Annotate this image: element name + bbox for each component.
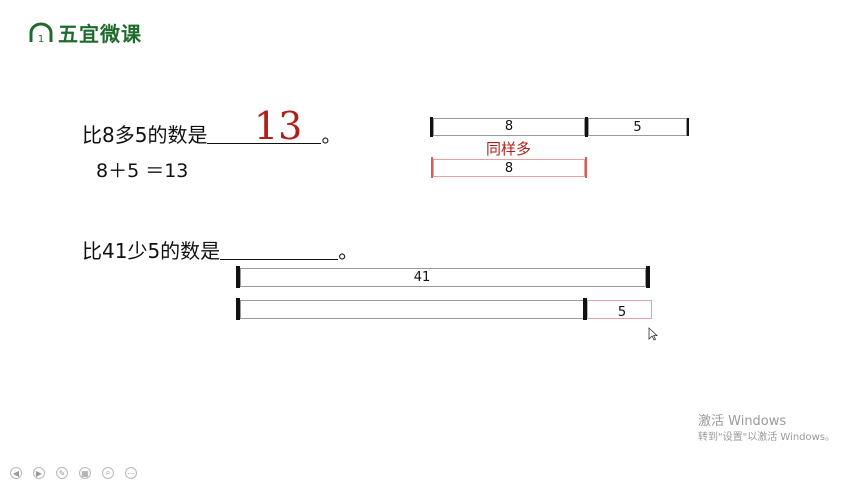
- problem2-question-line: 比41少5的数是 。: [82, 235, 358, 264]
- svg-text:1: 1: [38, 34, 44, 44]
- problem1-equation: 8＋5 ＝13: [96, 160, 189, 182]
- brand-name: 五宜微课: [58, 22, 142, 46]
- slideshow-controls: ◀ ▶ ✎ ▦ ⌕ ⋯: [10, 467, 137, 479]
- problem1-end-mark: 。: [321, 123, 342, 147]
- problem1-question-line: 比8多5的数是 。: [82, 119, 341, 148]
- bar-segment-unknown: [240, 300, 584, 319]
- bar-label-8-red: 8: [504, 161, 514, 176]
- logo-arch-icon: 1: [29, 22, 53, 44]
- diagram1-bottom-bar: 8: [431, 157, 589, 179]
- diagram1-top-bar: 8 5: [430, 117, 690, 137]
- bar-end-tick: [585, 157, 587, 178]
- bar-end-tick: [687, 118, 689, 136]
- mouse-pointer-icon: [648, 327, 658, 341]
- brand: 1 五宜微课: [28, 18, 142, 47]
- same-amount-label: 同样多: [486, 140, 532, 158]
- next-slide-icon[interactable]: ▶: [33, 467, 45, 479]
- problem1-question: 比8多5的数是: [82, 123, 208, 147]
- problem1-answer: 13: [254, 104, 303, 148]
- slides-grid-icon[interactable]: ▦: [79, 467, 91, 479]
- problem2-end-mark: 。: [338, 239, 359, 263]
- prev-slide-icon[interactable]: ◀: [10, 467, 22, 479]
- zoom-icon[interactable]: ⌕: [102, 467, 114, 479]
- pen-icon[interactable]: ✎: [56, 467, 68, 479]
- bar-label-8: 8: [504, 119, 514, 134]
- activate-windows-title: 激活 Windows: [698, 414, 787, 429]
- bar-label-5: 5: [617, 305, 627, 320]
- bar-end-tick: [646, 266, 650, 288]
- diagram2-top-bar: 41: [236, 266, 652, 288]
- problem2-question: 比41少5的数是: [82, 239, 221, 263]
- more-options-icon[interactable]: ⋯: [125, 467, 137, 479]
- bar-label-5: 5: [633, 120, 642, 135]
- diagram2-bottom-bar: 5: [236, 298, 654, 320]
- bar-label-41: 41: [413, 270, 431, 285]
- activate-windows-subtitle: 转到"设置"以激活 Windows。: [698, 432, 836, 443]
- problem2-blank: [220, 258, 339, 260]
